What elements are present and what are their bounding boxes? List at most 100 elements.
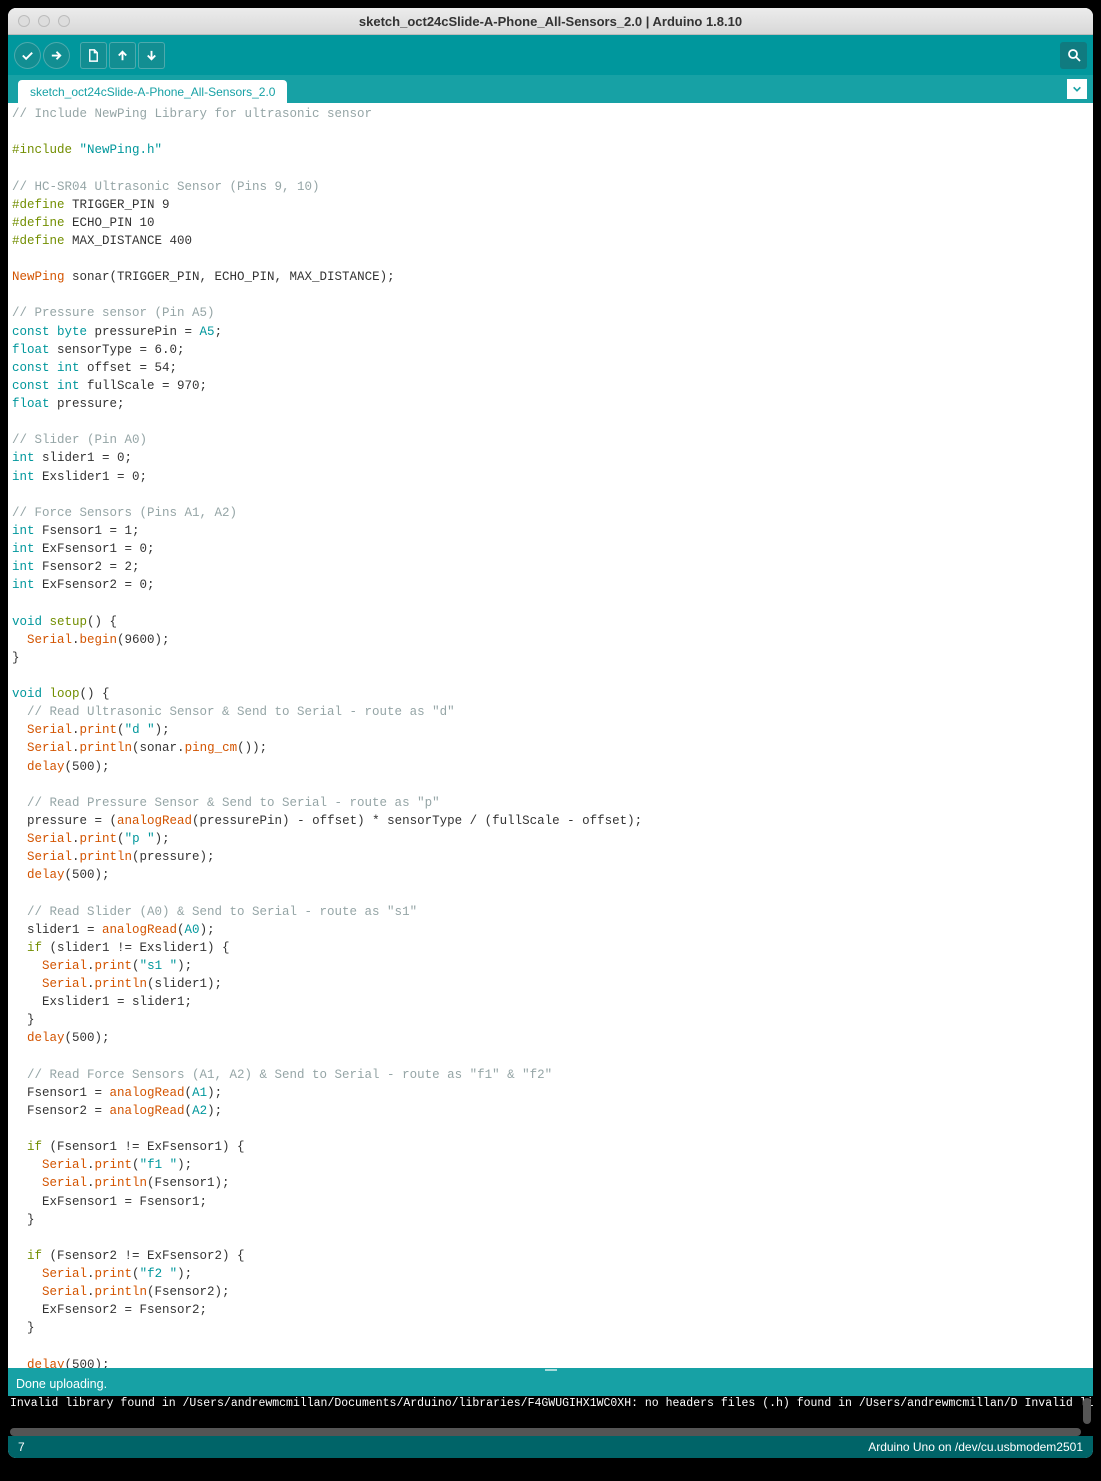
- code-token: );: [207, 1104, 222, 1118]
- code-line: // Read Slider (A0) & Send to Serial - r…: [12, 905, 417, 919]
- code-token: Fsensor1 = 1;: [35, 524, 140, 538]
- code-token: Serial: [12, 1176, 87, 1190]
- code-token: ;: [215, 325, 223, 339]
- check-icon: [20, 48, 35, 63]
- code-token: A5: [200, 325, 215, 339]
- code-token: loop: [42, 687, 80, 701]
- code-token: (: [117, 832, 125, 846]
- footer-bar: 7 Arduino Uno on /dev/cu.usbmodem2501: [8, 1436, 1093, 1458]
- console-output[interactable]: Invalid library found in /Users/andrewmc…: [8, 1396, 1093, 1436]
- code-token: delay: [12, 1358, 65, 1368]
- code-token: NewPing: [12, 270, 65, 284]
- code-token: print: [95, 959, 133, 973]
- code-line: }: [12, 651, 20, 665]
- code-token: "p ": [125, 832, 155, 846]
- code-token: int: [12, 451, 35, 465]
- tab-active[interactable]: sketch_oct24cSlide-A-Phone_All-Sensors_2…: [18, 80, 287, 103]
- code-token: (: [185, 1086, 193, 1100]
- code-token: (: [185, 1104, 193, 1118]
- open-sketch-button[interactable]: [109, 42, 136, 69]
- code-token: offset = 54;: [80, 361, 178, 375]
- code-token: (: [117, 723, 125, 737]
- code-token: (slider1);: [147, 977, 222, 991]
- code-token: void: [12, 687, 42, 701]
- code-token: "d ": [125, 723, 155, 737]
- code-token: ());: [237, 741, 267, 755]
- code-token: (: [177, 923, 185, 937]
- verify-button[interactable]: [14, 42, 41, 69]
- code-line: // Read Pressure Sensor & Send to Serial…: [12, 796, 440, 810]
- horizontal-scrollbar[interactable]: [10, 1428, 1081, 1436]
- status-message: Done uploading.: [16, 1377, 107, 1391]
- code-token: void: [12, 615, 42, 629]
- minimize-window-button[interactable]: [38, 15, 50, 27]
- code-token: analogRead: [110, 1104, 185, 1118]
- code-line: }: [12, 1321, 35, 1335]
- code-token: (Fsensor2 != ExFsensor2) {: [42, 1249, 245, 1263]
- code-token: (500);: [65, 1031, 110, 1045]
- code-token: (500);: [65, 1358, 110, 1368]
- code-token: if: [12, 941, 42, 955]
- code-token: (500);: [65, 760, 110, 774]
- code-token: );: [155, 723, 170, 737]
- code-token: analogRead: [110, 1086, 185, 1100]
- code-editor[interactable]: // Include NewPing Library for ultrasoni…: [8, 103, 1093, 1368]
- zoom-window-button[interactable]: [58, 15, 70, 27]
- code-token: );: [207, 1086, 222, 1100]
- chevron-down-icon: [1072, 84, 1082, 94]
- code-token: (: [132, 1267, 140, 1281]
- code-token: Serial: [12, 850, 72, 864]
- code-token: float: [12, 343, 50, 357]
- serial-monitor-button[interactable]: [1060, 42, 1087, 69]
- code-token: const byte: [12, 325, 87, 339]
- arrow-down-icon: [144, 48, 159, 63]
- code-token: .: [72, 741, 80, 755]
- board-port-label: Arduino Uno on /dev/cu.usbmodem2501: [868, 1440, 1083, 1454]
- code-token: Serial: [12, 633, 72, 647]
- arrow-right-icon: [49, 48, 64, 63]
- code-line: // HC-SR04 Ultrasonic Sensor (Pins 9, 10…: [12, 180, 320, 194]
- code-token: Serial: [12, 1285, 87, 1299]
- code-line: // Read Ultrasonic Sensor & Send to Seri…: [12, 705, 455, 719]
- code-token: delay: [12, 760, 65, 774]
- code-token: A0: [185, 923, 200, 937]
- save-sketch-button[interactable]: [138, 42, 165, 69]
- upload-button[interactable]: [43, 42, 70, 69]
- code-token: setup: [42, 615, 87, 629]
- code-line: // Read Force Sensors (A1, A2) & Send to…: [12, 1068, 552, 1082]
- code-token: println: [95, 977, 148, 991]
- code-token: println: [95, 1176, 148, 1190]
- code-token: slider1 =: [12, 923, 102, 937]
- tab-dropdown-button[interactable]: [1067, 79, 1087, 99]
- code-line: // Pressure sensor (Pin A5): [12, 306, 215, 320]
- code-token: Serial: [12, 959, 87, 973]
- code-token: (9600);: [117, 633, 170, 647]
- code-token: Serial: [12, 832, 72, 846]
- code-token: (500);: [65, 868, 110, 882]
- new-sketch-button[interactable]: [80, 42, 107, 69]
- code-token: int: [12, 578, 35, 592]
- code-token: (pressure);: [132, 850, 215, 864]
- close-window-button[interactable]: [18, 15, 30, 27]
- code-token: println: [95, 1285, 148, 1299]
- code-token: int: [12, 470, 35, 484]
- code-token: print: [95, 1158, 133, 1172]
- code-token: #define: [12, 216, 65, 230]
- code-token: if: [12, 1140, 42, 1154]
- code-token: Serial: [12, 977, 87, 991]
- code-token: .: [87, 1158, 95, 1172]
- code-token: .: [87, 1285, 95, 1299]
- code-token: "NewPing.h": [72, 143, 162, 157]
- panel-divider[interactable]: [8, 1368, 1093, 1374]
- code-token: begin: [80, 633, 118, 647]
- titlebar[interactable]: sketch_oct24cSlide-A-Phone_All-Sensors_2…: [8, 8, 1093, 35]
- code-token: .: [72, 723, 80, 737]
- code-token: .: [87, 959, 95, 973]
- code-line: }: [12, 1013, 35, 1027]
- code-token: "f2 ": [140, 1267, 178, 1281]
- vertical-scrollbar[interactable]: [1083, 1398, 1091, 1424]
- code-line: // Slider (Pin A0): [12, 433, 147, 447]
- code-token: sensorType = 6.0;: [50, 343, 185, 357]
- window-title: sketch_oct24cSlide-A-Phone_All-Sensors_2…: [8, 14, 1093, 29]
- app-window: sketch_oct24cSlide-A-Phone_All-Sensors_2…: [8, 8, 1093, 1458]
